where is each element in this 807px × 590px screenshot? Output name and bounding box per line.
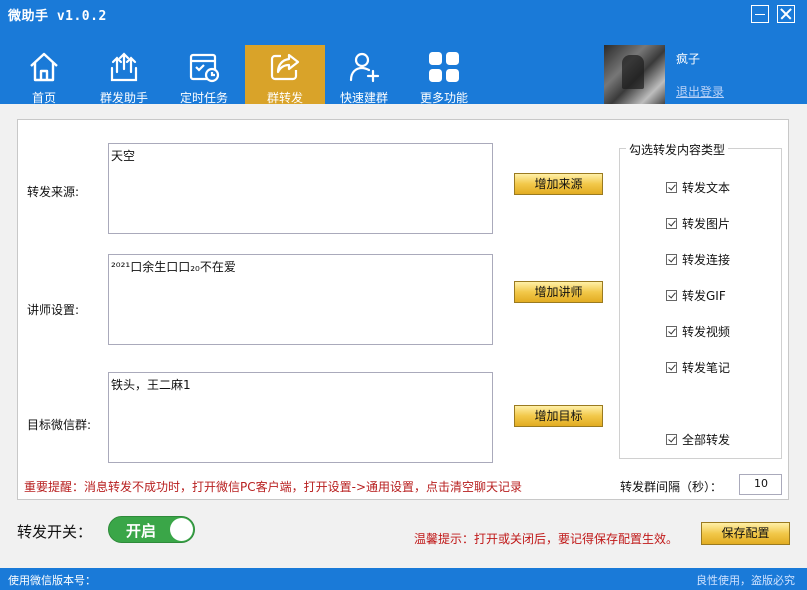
checkbox-image[interactable]: 转发图片 [666,215,730,231]
add-lecturer-button[interactable]: 增加讲师 [514,281,603,303]
share-forward-icon [270,53,300,81]
target-textarea[interactable]: 铁头，王二麻1 [108,372,493,463]
checkbox-icon[interactable] [666,326,677,337]
add-source-button[interactable]: 增加来源 [514,173,603,195]
source-label: 转发来源: [27,185,80,199]
checkbox-video[interactable]: 转发视频 [666,323,730,339]
title-bar: 微助手 v1.0.2 [0,0,807,30]
broadcast-icon [110,52,138,82]
checkbox-note[interactable]: 转发笔记 [666,359,730,375]
add-target-button[interactable]: 增加目标 [514,405,603,427]
lecturer-textarea[interactable]: ²⁰²¹口余生口口₂₀不在爱 [108,254,493,345]
forward-settings-panel: 转发来源: 天空 增加来源 讲师设置: ²⁰²¹口余生口口₂₀不在爱 增加讲师 … [17,119,789,500]
save-config-button[interactable]: 保存配置 [701,522,790,545]
minimize-button[interactable] [751,5,769,23]
status-bar: 使用微信版本号： 良性使用，盗版必究 [0,568,807,590]
copyright-notice: 良性使用，盗版必究 [696,574,795,587]
nav-schedule[interactable]: 定时任务 [164,45,244,105]
content-area: 转发来源: 天空 增加来源 讲师设置: ²⁰²¹口余生口口₂₀不在爱 增加讲师 … [0,104,807,568]
toggle-state-text: 开启 [126,522,157,540]
nav-more[interactable]: 更多功能 [404,45,484,105]
checkbox-icon[interactable] [666,254,677,265]
toggle-knob [170,518,193,541]
nav-home[interactable]: 首页 [4,45,84,105]
schedule-icon [189,53,220,83]
logout-link[interactable]: 退出登录 [676,83,724,100]
avatar [604,45,665,104]
content-type-group: 勾选转发内容类型 转发文本 转发图片 转发连接 转发GIF 转发视频 转发笔记 … [619,141,782,459]
username: 疯子 [676,52,701,66]
app-title: 微助手 v1.0.2 [8,9,107,24]
checkbox-all[interactable]: 全部转发 [666,431,730,447]
close-button[interactable] [777,5,795,23]
interval-label: 转发群间隔（秒）： [620,480,723,494]
important-warning: 重要提醒：消息转发不成功时，打开微信PC客户端，打开设置->通用设置，点击清空聊… [24,480,523,494]
source-textarea[interactable]: 天空 [108,143,493,234]
checkbox-icon[interactable] [666,290,677,301]
checkbox-text[interactable]: 转发文本 [666,179,730,195]
target-label: 目标微信群: [27,418,92,432]
forward-toggle[interactable]: 开启 [108,516,195,543]
nav-group-forward[interactable]: 群转发 [245,45,325,105]
checkbox-link[interactable]: 转发连接 [666,251,730,267]
grid-icon [429,52,459,82]
content-type-title: 勾选转发内容类型 [626,141,729,158]
wechat-version-label: 使用微信版本号： [8,574,96,587]
nav-quick-group[interactable]: 快速建群 [324,45,404,105]
checkbox-icon[interactable] [666,434,677,445]
save-hint: 温馨提示：打开或关闭后，要记得保存配置生效。 [414,532,679,546]
nav-broadcast[interactable]: 群发助手 [84,45,164,105]
forward-switch-label: 转发开关： [17,523,93,541]
add-user-icon [349,52,380,83]
checkbox-gif[interactable]: 转发GIF [666,287,726,303]
checkbox-icon[interactable] [666,182,677,193]
home-icon [30,52,58,82]
checkbox-icon[interactable] [666,218,677,229]
checkbox-icon[interactable] [666,362,677,373]
interval-input[interactable]: 10 [739,474,782,495]
lecturer-label: 讲师设置: [27,303,80,317]
